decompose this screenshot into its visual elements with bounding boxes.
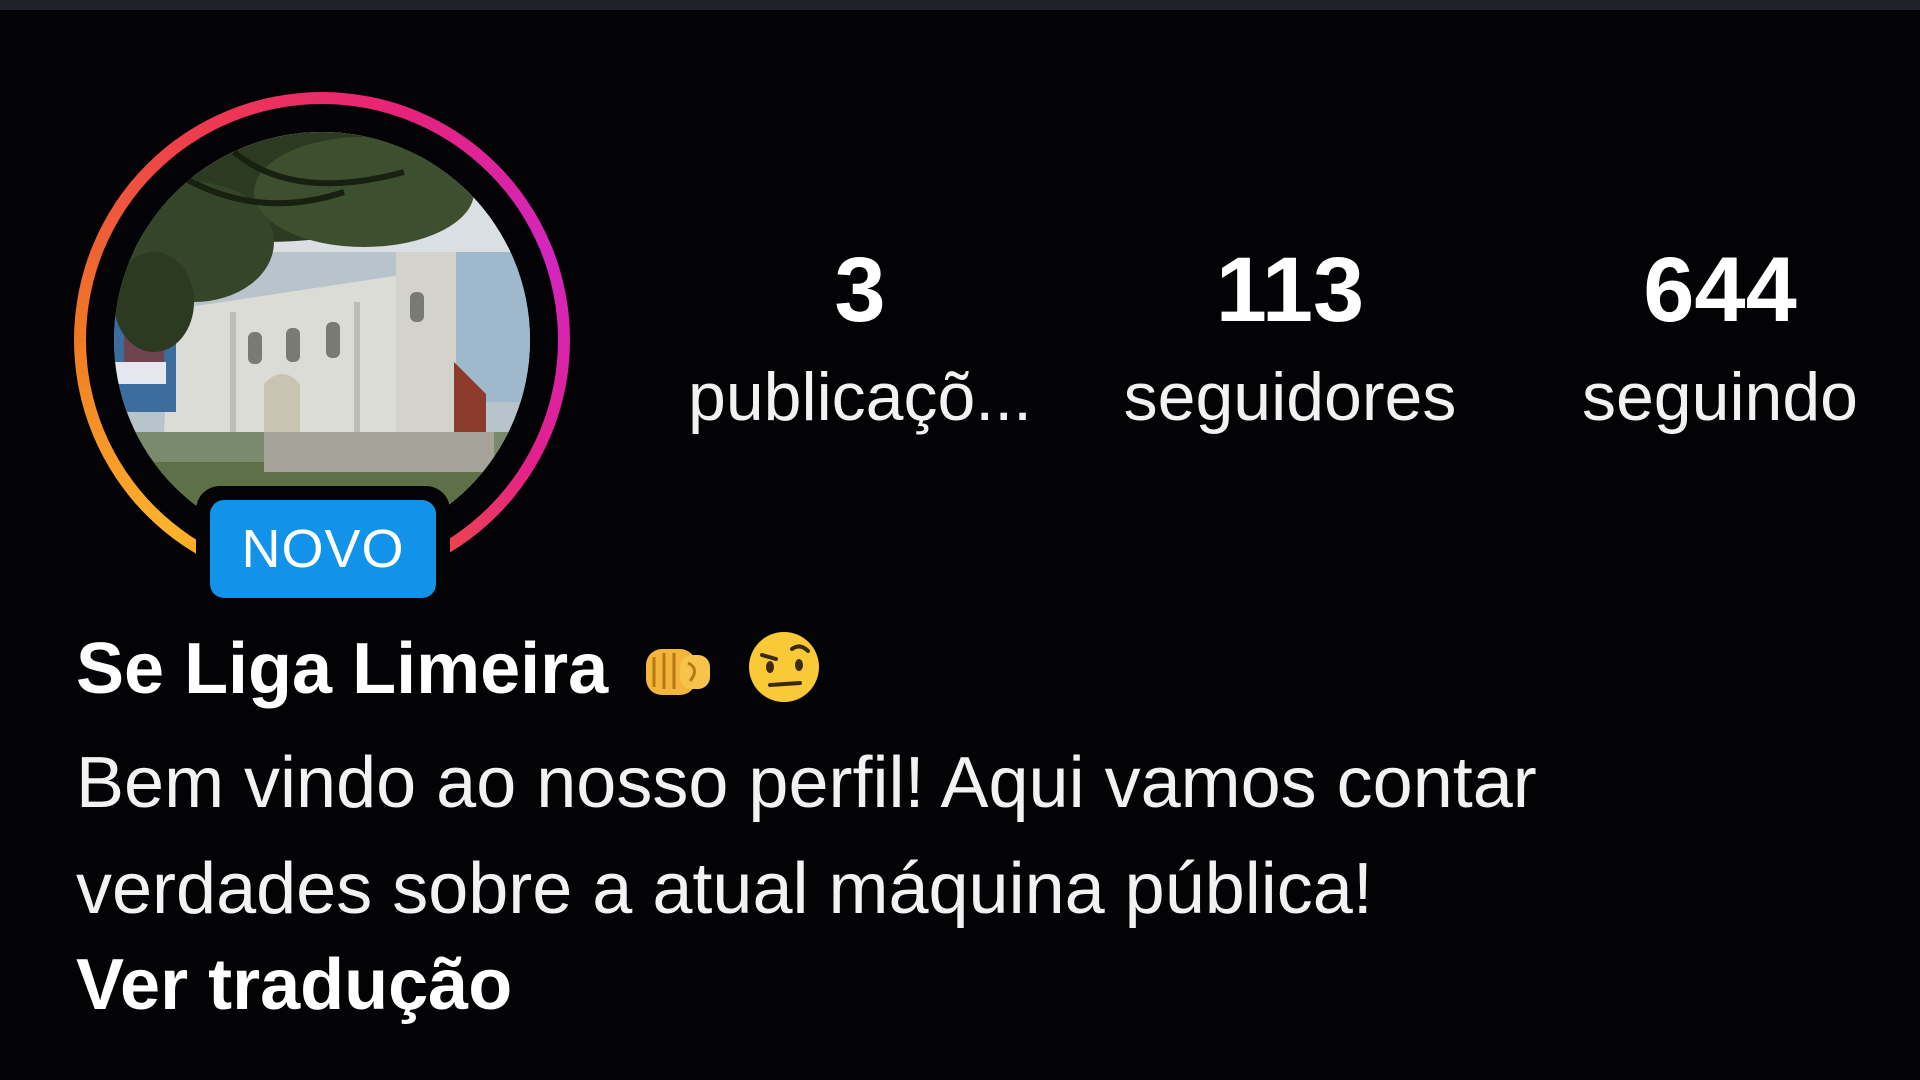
new-badge: NOVO bbox=[210, 500, 436, 598]
followers-label: seguidores bbox=[1123, 359, 1457, 435]
stat-followers[interactable]: 113 seguidores bbox=[1090, 238, 1490, 442]
bio-line: verdades sobre a atual máquina pública! bbox=[76, 849, 1373, 929]
top-divider bbox=[0, 0, 1920, 10]
posts-label: publicaçõ... bbox=[688, 359, 1032, 435]
see-translation-link[interactable]: Ver tradução bbox=[76, 940, 512, 1030]
face-with-raised-eyebrow-icon bbox=[746, 629, 822, 726]
profile-name-row: Se Liga Limeira bbox=[76, 624, 822, 726]
profile-bio: Bem vindo ao nosso perfil! Aqui vamos co… bbox=[76, 730, 1856, 942]
bio-line: Bem vindo ao nosso perfil! Aqui vamos co… bbox=[76, 743, 1537, 823]
stat-posts[interactable]: 3 publicaçõ... bbox=[660, 238, 1060, 442]
posts-count: 3 bbox=[834, 239, 886, 341]
new-badge-outline: NOVO bbox=[196, 486, 450, 612]
followers-count: 113 bbox=[1215, 239, 1365, 341]
oncoming-fist-icon bbox=[640, 635, 714, 726]
profile-name: Se Liga Limeira bbox=[76, 629, 609, 709]
profile-header: NOVO 3 publicaçõ... 113 seguidores 644 s… bbox=[0, 0, 1920, 1080]
following-count: 644 bbox=[1643, 239, 1797, 341]
stat-following[interactable]: 644 seguindo bbox=[1530, 238, 1910, 442]
following-label: seguindo bbox=[1581, 359, 1859, 435]
